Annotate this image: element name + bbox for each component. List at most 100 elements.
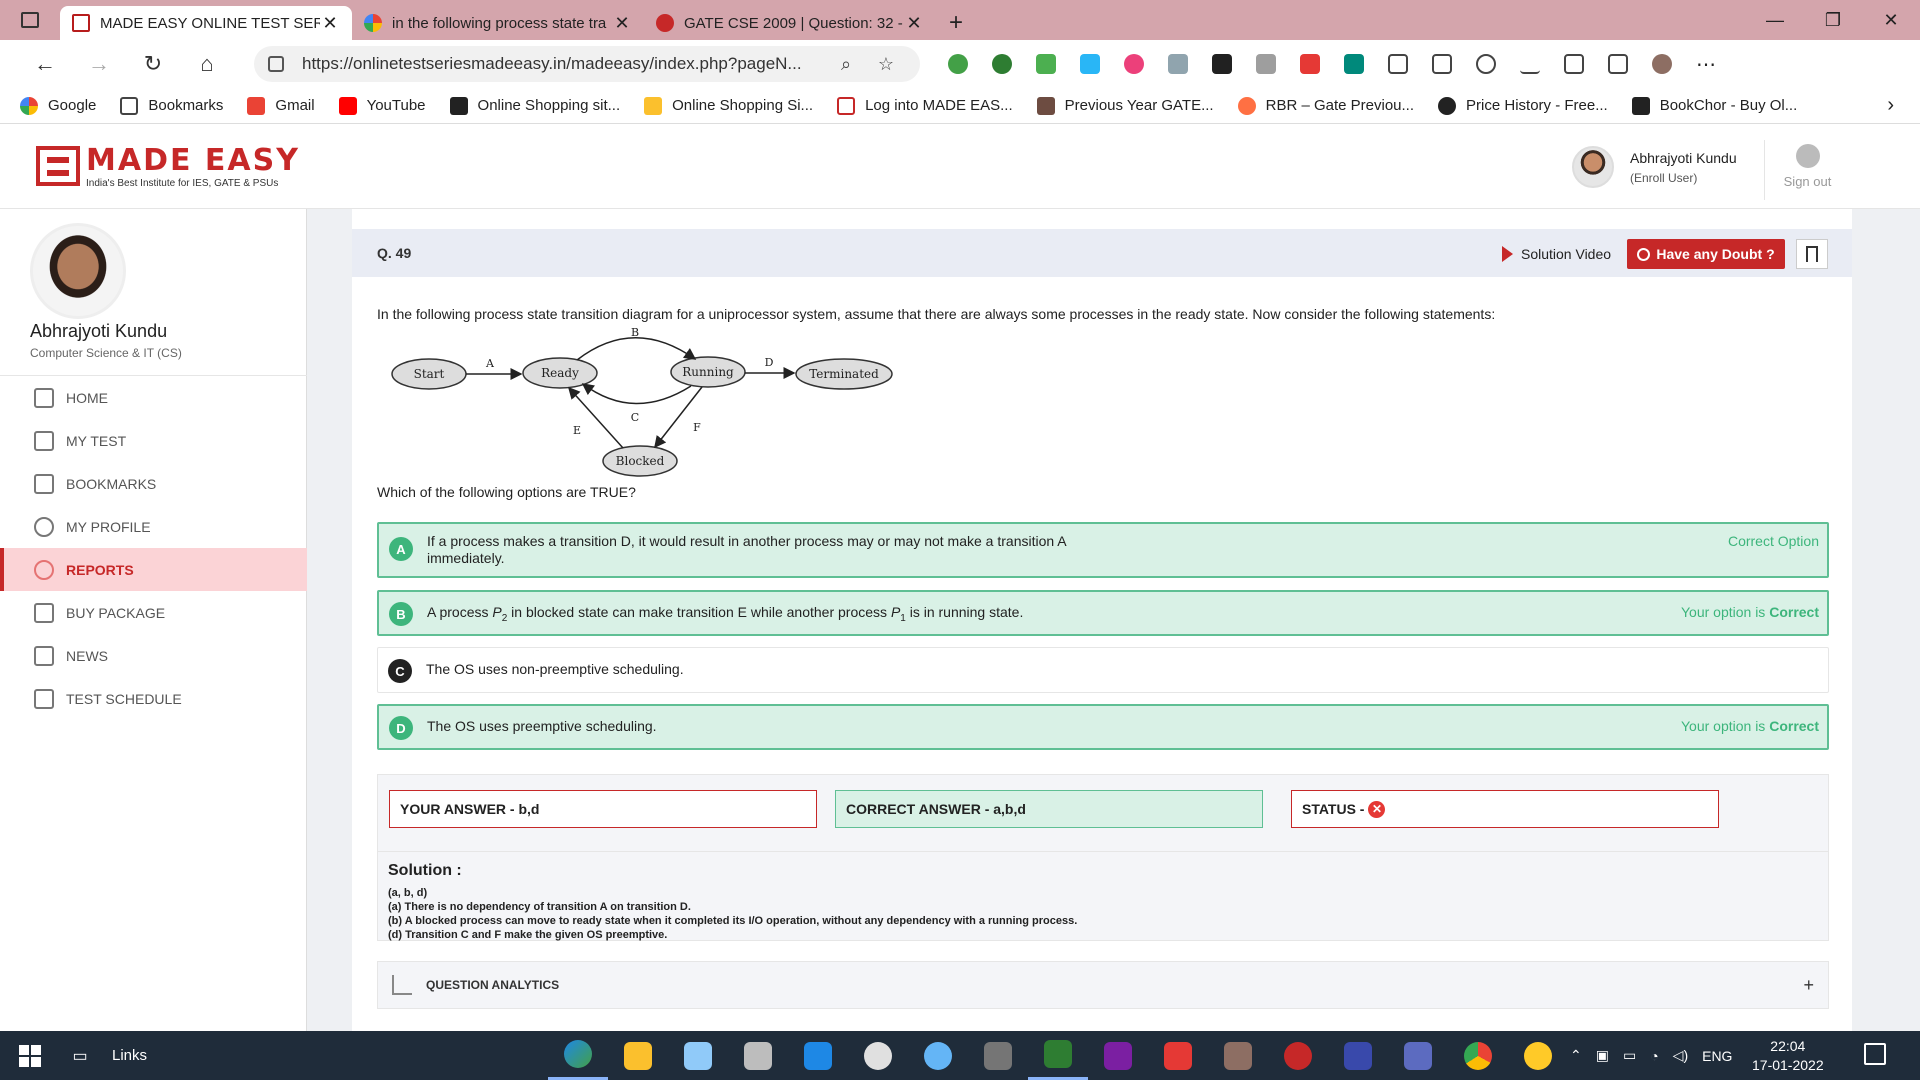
extensions-puzzle-icon[interactable] — [1376, 46, 1420, 82]
start-button[interactable] — [0, 1031, 60, 1080]
sidebar-item-my-profile[interactable]: MY PROFILE — [0, 505, 307, 548]
sidebar-item-my-test[interactable]: MY TEST — [0, 419, 307, 462]
bookmark-gmail[interactable]: Gmail — [247, 96, 315, 115]
tab-google-search[interactable]: in the following process state tra ✕ — [352, 6, 644, 40]
tab-close-icon[interactable]: ✕ — [612, 13, 632, 34]
extension-brain-icon[interactable] — [1112, 46, 1156, 82]
rocket-app-icon[interactable] — [1388, 1031, 1448, 1080]
new-tab-button[interactable]: + — [936, 6, 976, 40]
extension-shield-icon[interactable] — [1024, 46, 1068, 82]
profile-avatar-icon[interactable] — [1640, 46, 1684, 82]
option-a[interactable]: A If a process makes a transition D, it … — [377, 522, 1829, 578]
edge-app-icon[interactable] — [548, 1031, 608, 1080]
sign-out-button[interactable]: Sign out — [1764, 140, 1850, 200]
tab-actions-button[interactable] — [0, 0, 60, 40]
file-explorer-app-icon[interactable] — [608, 1031, 668, 1080]
bookmark-amazon[interactable]: Online Shopping sit... — [449, 96, 620, 115]
option-c[interactable]: C The OS uses non-preemptive scheduling. — [377, 647, 1829, 693]
sidebar-item-bookmarks[interactable]: BOOKMARKS — [0, 462, 307, 505]
sidebar-item-news[interactable]: NEWS — [0, 634, 307, 677]
more-menu-icon[interactable]: ⋯ — [1684, 46, 1728, 82]
download-icon[interactable] — [1508, 46, 1552, 82]
extension-translate-icon[interactable] — [1068, 46, 1112, 82]
matlab-app-icon[interactable] — [1328, 1031, 1388, 1080]
sidebar-item-reports[interactable]: REPORTS — [0, 548, 307, 591]
forward-button[interactable]: → — [72, 44, 126, 84]
solution-video-button[interactable]: Solution Video — [1502, 241, 1611, 267]
gate-app-icon[interactable] — [1148, 1031, 1208, 1080]
sidebar-item-buy-package[interactable]: BUY PACKAGE — [0, 591, 307, 634]
bookmark-gate-previous[interactable]: Previous Year GATE... — [1036, 96, 1214, 115]
bookmark-question-button[interactable] — [1796, 239, 1828, 269]
security-app-icon[interactable] — [1268, 1031, 1328, 1080]
extension-copy-icon[interactable] — [1244, 46, 1288, 82]
reload-button[interactable]: ↻ — [126, 44, 180, 84]
clock-app-icon[interactable] — [848, 1031, 908, 1080]
sidebar-item-test-schedule[interactable]: TEST SCHEDULE — [0, 677, 307, 720]
bookmarks-overflow-chevron-icon[interactable]: › — [1887, 94, 1894, 117]
weather-app-icon[interactable] — [1508, 1031, 1568, 1080]
book-app-icon[interactable] — [1208, 1031, 1268, 1080]
unity-app-icon[interactable] — [728, 1031, 788, 1080]
restore-icon[interactable]: ❐ — [1804, 10, 1862, 31]
back-button[interactable]: ← — [18, 44, 72, 84]
option-b[interactable]: B A process P2 in blocked state can make… — [377, 590, 1829, 636]
tab-close-icon[interactable]: ✕ — [320, 13, 340, 34]
question-analytics-toggle[interactable]: QUESTION ANALYTICS + — [377, 961, 1829, 1009]
close-window-icon[interactable]: ✕ — [1862, 10, 1920, 31]
notification-center-icon[interactable] — [1864, 1043, 1886, 1065]
bookmark-flipkart[interactable]: Online Shopping Si... — [644, 96, 813, 115]
battery-icon[interactable]: ▭ — [1623, 1047, 1636, 1064]
bookmark-bookchor[interactable]: BookChor - Buy Ol... — [1631, 96, 1797, 115]
tab-gate-overflow[interactable]: GATE CSE 2009 | Question: 32 - G ✕ — [644, 6, 936, 40]
tray-app-icon[interactable]: ▣ — [1596, 1047, 1609, 1064]
address-bar[interactable]: https://onlinetestseriesmadeeasy.in/made… — [254, 46, 920, 82]
task-view-icon[interactable]: ▭ — [60, 1046, 100, 1066]
tab-close-icon[interactable]: ✕ — [904, 13, 924, 34]
language-indicator[interactable]: ENG — [1702, 1048, 1732, 1064]
home-button[interactable]: ⌂ — [180, 44, 234, 84]
onenote-app-icon[interactable] — [1088, 1031, 1148, 1080]
favorite-star-icon[interactable]: ☆ — [866, 54, 906, 75]
bookmark-price-history[interactable]: Price History - Free... — [1438, 96, 1608, 115]
calculator-app-icon[interactable] — [968, 1031, 1028, 1080]
expand-plus-icon[interactable]: + — [1803, 975, 1814, 996]
zoom-icon[interactable]: ⌕ — [826, 54, 866, 75]
share-icon[interactable] — [1596, 46, 1640, 82]
collections-icon[interactable] — [1552, 46, 1596, 82]
extension-glasses-icon[interactable] — [980, 46, 1024, 82]
sidebar-item-home[interactable]: HOME — [0, 376, 307, 419]
extension-plus-icon[interactable] — [936, 46, 980, 82]
virtualbox-app-icon[interactable] — [668, 1031, 728, 1080]
bookmark-google[interactable]: Google — [20, 96, 96, 115]
extension-cart-icon[interactable] — [1288, 46, 1332, 82]
links-toolbar[interactable]: Links — [112, 1047, 147, 1064]
tab-made-easy[interactable]: MADE EASY ONLINE TEST SERIES ✕ — [60, 6, 352, 40]
extension-privacy-icon[interactable] — [1156, 46, 1200, 82]
cart-icon — [34, 602, 54, 623]
lock-icon[interactable] — [268, 56, 284, 72]
made-easy-logo[interactable]: MADE EASY India's Best Institute for IES… — [36, 146, 300, 189]
favorites-icon[interactable] — [1420, 46, 1464, 82]
history-icon[interactable] — [1464, 46, 1508, 82]
wifi-icon[interactable]: ◔ — [1650, 1048, 1658, 1064]
bookmark-made-easy[interactable]: Log into MADE EAS... — [837, 96, 1013, 115]
excel-app-icon[interactable] — [1028, 1031, 1088, 1080]
option-d[interactable]: D The OS uses preemptive scheduling. You… — [377, 704, 1829, 750]
tray-chevron-icon[interactable]: ⌃ — [1570, 1047, 1582, 1064]
volume-icon[interactable]: ◁) — [1673, 1047, 1688, 1064]
url-text[interactable]: https://onlinetestseriesmadeeasy.in/made… — [302, 54, 826, 74]
bookmark-youtube[interactable]: YouTube — [338, 96, 426, 115]
bookmark-folder[interactable]: Bookmarks — [120, 96, 223, 115]
extension-gamepad-icon[interactable] — [1200, 46, 1244, 82]
chrome-app-icon[interactable] — [1448, 1031, 1508, 1080]
minimize-icon[interactable]: — — [1746, 10, 1804, 31]
qbittorrent-app-icon[interactable] — [908, 1031, 968, 1080]
vscode-app-icon[interactable] — [788, 1031, 848, 1080]
taskbar-clock[interactable]: 22:04 17-01-2022 — [1752, 1037, 1824, 1075]
bookmark-rbr[interactable]: RBR – Gate Previou... — [1237, 96, 1414, 115]
have-doubt-button[interactable]: Have any Doubt ? — [1627, 239, 1785, 269]
extension-badge-icon[interactable] — [1332, 46, 1376, 82]
user-menu[interactable]: Abhrajyoti Kundu (Enroll User) — [1572, 146, 1737, 188]
have-doubt-label: Have any Doubt ? — [1656, 246, 1775, 262]
